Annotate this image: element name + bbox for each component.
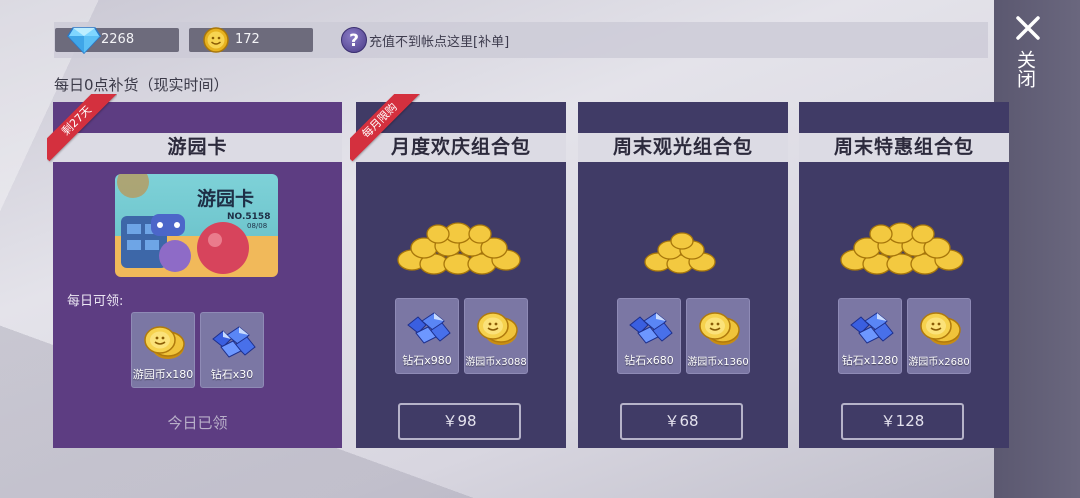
bundle-item-coin[interactable]: 游园币x3088 (464, 298, 528, 374)
coin-pile-icon (644, 232, 716, 274)
bundle-item-diamond[interactable]: 钻石x1280 (838, 298, 902, 374)
diamond-icon (629, 312, 673, 344)
park-card-panel: 游园卡 剩27天 游园卡 NO.5158 08/08 每日可领: 游园币x180… (47, 94, 342, 448)
bundle-item-diamond[interactable]: 钻石x980 (395, 298, 459, 374)
reward-label: 钻石x30 (210, 368, 254, 381)
diamond-icon (850, 312, 894, 344)
days-left-ribbon: 剩27天 (47, 94, 117, 164)
bundle-title: 周末观光组合包 (578, 133, 788, 162)
recharge-help-text: 充值不到帐点这里[补单] (369, 34, 510, 50)
bundle-item-coin[interactable]: 游园币x2680 (907, 298, 971, 374)
bundle-item-label: 游园币x2680 (908, 357, 970, 368)
coin-balance: 172 (189, 27, 313, 53)
bundle-item-label: 钻石x1280 (841, 354, 899, 367)
coin-icon (699, 312, 740, 345)
diamond-balance: 2268 (55, 27, 179, 54)
daily-claim-label: 每日可领: (67, 294, 124, 309)
monthly-limit-ribbon: 每月限购 (350, 94, 420, 164)
coin-pile-icon (840, 222, 964, 275)
coin-icon (203, 27, 229, 53)
bundle-card-weekend-tour: 周末观光组合包 钻石x680 游园币x1360 ￥68 (578, 102, 788, 448)
bundle-card-monthly: 月度欢庆组合包 每月限购 钻石x980 游园币x3088 ￥98 (350, 94, 566, 448)
bundle-card-weekend-deal: 周末特惠组合包 钻石x1280 游园币x2680 ￥128 (799, 102, 1009, 448)
bundle-title: 周末特惠组合包 (799, 133, 1009, 162)
close-label[interactable]: 关闭 (1012, 50, 1036, 88)
diamond-icon (407, 312, 451, 344)
bundle-item-diamond[interactable]: 钻石x680 (617, 298, 681, 374)
buy-button[interactable]: ￥68 (620, 403, 743, 440)
recharge-help-link[interactable]: ? 充值不到帐点这里[补单] (341, 26, 509, 54)
close-icon[interactable] (1014, 14, 1042, 42)
bundle-item-label: 钻石x680 (624, 354, 674, 367)
park-card-art-title: 游园卡 (197, 188, 255, 210)
buy-button[interactable]: ￥98 (398, 403, 521, 440)
diamond-icon (67, 27, 101, 54)
bundle-item-coin[interactable]: 游园币x1360 (686, 298, 750, 374)
coin-icon (920, 312, 961, 345)
park-card-number: NO.5158 (227, 212, 271, 222)
coin-value: 172 (235, 32, 260, 47)
coin-icon (477, 312, 518, 345)
bundle-item-label: 游园币x1360 (687, 357, 749, 368)
park-card-image: 游园卡 NO.5158 08/08 (115, 174, 278, 277)
reward-label: 游园币x180 (132, 368, 194, 381)
restock-notice: 每日0点补货（现实时间） (54, 76, 229, 94)
question-icon: ? (341, 27, 367, 53)
bundle-item-label: 钻石x980 (402, 354, 452, 367)
reward-slot-coin[interactable]: 游园币x180 (131, 312, 195, 388)
coin-icon (144, 326, 185, 359)
coin-pile-icon (397, 222, 521, 275)
park-card-date: 08/08 (247, 222, 268, 230)
buy-button[interactable]: ￥128 (841, 403, 964, 440)
reward-slot-diamond[interactable]: 钻石x30 (200, 312, 264, 388)
monthly-limit-text: 每月限购 (350, 94, 420, 162)
diamond-value: 2268 (101, 32, 135, 47)
claimed-status: 今日已领 (167, 414, 228, 432)
diamond-icon (212, 326, 256, 358)
bundle-item-label: 游园币x3088 (465, 357, 527, 368)
days-left-text: 剩27天 (47, 94, 117, 162)
currency-bar: 2268 172 ? 充值不到帐点这里[补单] (54, 22, 988, 58)
